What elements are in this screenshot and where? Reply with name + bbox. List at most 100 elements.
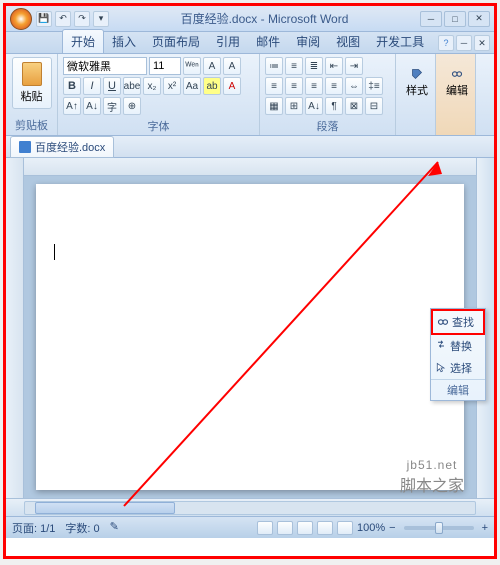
qat-dropdown-icon[interactable]: ▾ (93, 11, 109, 27)
document-tab-label: 百度经验.docx (35, 139, 105, 155)
highlight-button[interactable]: ab (203, 77, 221, 95)
bullet-list-button[interactable]: ≔ (265, 57, 283, 75)
help-icon[interactable]: ? (438, 35, 454, 51)
maximize-button[interactable]: □ (444, 11, 466, 27)
editing-dropdown-label: 编辑 (431, 379, 485, 400)
tab-references[interactable]: 引用 (208, 30, 248, 53)
find-icon (437, 316, 449, 328)
minimize-ribbon-icon[interactable]: ─ (456, 35, 472, 51)
draft-view[interactable] (337, 521, 353, 535)
font-group-label: 字体 (63, 117, 254, 135)
find-menu-item[interactable]: 查找 (431, 309, 485, 335)
change-case-button[interactable]: Aa (183, 77, 201, 95)
save-icon[interactable]: 💾 (36, 11, 52, 27)
tab-layout[interactable]: 页面布局 (144, 30, 208, 53)
scroll-thumb[interactable] (35, 502, 175, 514)
print-layout-view[interactable] (257, 521, 273, 535)
enclose-char-button[interactable]: ⊕ (123, 97, 141, 115)
ribbon-tabs: 开始 插入 页面布局 引用 邮件 审阅 视图 开发工具 ? ─ ✕ (6, 32, 494, 54)
fullscreen-view[interactable] (277, 521, 293, 535)
superscript-button[interactable]: x² (163, 77, 181, 95)
number-list-button[interactable]: ≡ (285, 57, 303, 75)
redo-icon[interactable]: ↷ (74, 11, 90, 27)
zoom-slider[interactable] (404, 526, 474, 530)
tab-mailings[interactable]: 邮件 (248, 30, 288, 53)
zoom-level[interactable]: 100% (357, 522, 385, 534)
char-border-icon[interactable]: A (203, 57, 221, 75)
web-layout-view[interactable] (297, 521, 313, 535)
paragraph-group-label: 段落 (265, 117, 390, 135)
page-number-status[interactable]: 页面: 1/1 (12, 520, 55, 536)
tab-review[interactable]: 审阅 (288, 30, 328, 53)
asian-layout-button[interactable]: ⊠ (345, 97, 363, 115)
document-page[interactable] (36, 184, 464, 490)
underline-button[interactable]: U (103, 77, 121, 95)
tab-view[interactable]: 视图 (328, 30, 368, 53)
paragraph-group: ≔ ≡ ≣ ⇤ ⇥ ≡ ≡ ≡ ≡ ⇔ ‡≡ ▦ ⊞ A↓ (260, 54, 396, 135)
justify-button[interactable]: ≡ (325, 77, 343, 95)
tab-developer[interactable]: 开发工具 (368, 30, 432, 53)
multilevel-list-button[interactable]: ≣ (305, 57, 323, 75)
clipboard-group: 粘贴 剪贴板 (6, 54, 58, 135)
borders-button[interactable]: ⊞ (285, 97, 303, 115)
styles-group: 样式 (396, 54, 436, 135)
select-menu-item[interactable]: 选择 (431, 357, 485, 379)
page-container (24, 176, 476, 498)
replace-icon (435, 340, 447, 352)
font-group: 微软雅黑 11 ᵂᵉⁿ A A B I U abe x₂ x² Aa ab A (58, 54, 260, 135)
clear-formatting-icon[interactable]: ᵂᵉⁿ (183, 57, 201, 75)
word-count-status[interactable]: 字数: 0 (65, 520, 99, 536)
paste-button[interactable]: 粘贴 (12, 57, 52, 109)
quick-access-toolbar: 💾 ↶ ↷ ▾ (36, 11, 109, 27)
minimize-button[interactable]: ─ (420, 11, 442, 27)
tab-home[interactable]: 开始 (62, 29, 104, 53)
shading-button[interactable]: ▦ (265, 97, 283, 115)
document-tab[interactable]: 百度经验.docx (10, 136, 114, 158)
scroll-track[interactable] (24, 501, 476, 515)
zoom-in-button[interactable]: + (482, 522, 488, 534)
italic-button[interactable]: I (83, 77, 101, 95)
shrink-font-button[interactable]: A↓ (83, 97, 101, 115)
editing-dropdown: 查找 替换 选择 编辑 (430, 308, 486, 401)
editing-button[interactable]: 编辑 (441, 57, 473, 109)
zoom-out-button[interactable]: − (389, 522, 395, 534)
zoom-slider-thumb[interactable] (435, 522, 443, 534)
font-name-combo[interactable]: 微软雅黑 (63, 57, 147, 75)
strikethrough-button[interactable]: abe (123, 77, 141, 95)
grow-font-button[interactable]: A↑ (63, 97, 81, 115)
document-tab-bar: 百度经验.docx (6, 136, 494, 158)
proofing-icon[interactable]: ✎ (110, 520, 119, 536)
horizontal-scrollbar[interactable] (6, 498, 494, 516)
line-spacing-button[interactable]: ‡≡ (365, 77, 383, 95)
close-button[interactable]: ✕ (468, 11, 490, 27)
replace-label: 替换 (450, 338, 472, 354)
outline-view[interactable] (317, 521, 333, 535)
close-doc-icon[interactable]: ✕ (474, 35, 490, 51)
bold-button[interactable]: B (63, 77, 81, 95)
distributed-button[interactable]: ⇔ (345, 77, 363, 95)
decrease-indent-button[interactable]: ⇤ (325, 57, 343, 75)
align-center-button[interactable]: ≡ (285, 77, 303, 95)
workspace: 查找 替换 选择 编辑 (6, 158, 494, 498)
editing-group: 编辑 (436, 54, 476, 135)
align-left-button[interactable]: ≡ (265, 77, 283, 95)
sort-button[interactable]: A↓ (305, 97, 323, 115)
office-button[interactable] (10, 8, 32, 30)
subscript-button[interactable]: x₂ (143, 77, 161, 95)
ribbon: 粘贴 剪贴板 微软雅黑 11 ᵂᵉⁿ A A B I U abe x₂ (6, 54, 494, 136)
char-shading-button[interactable]: 字 (103, 97, 121, 115)
align-right-button[interactable]: ≡ (305, 77, 323, 95)
replace-menu-item[interactable]: 替换 (431, 335, 485, 357)
tabs-button[interactable]: ⊟ (365, 97, 383, 115)
vertical-ruler[interactable] (6, 158, 24, 498)
horizontal-ruler[interactable] (24, 158, 476, 176)
phonetic-guide-icon[interactable]: A (223, 57, 241, 75)
tab-insert[interactable]: 插入 (104, 30, 144, 53)
show-marks-button[interactable]: ¶ (325, 97, 343, 115)
font-size-combo[interactable]: 11 (149, 57, 181, 75)
undo-icon[interactable]: ↶ (55, 11, 71, 27)
styles-button[interactable]: 样式 (401, 57, 433, 109)
font-color-button[interactable]: A (223, 77, 241, 95)
text-cursor (54, 244, 55, 260)
increase-indent-button[interactable]: ⇥ (345, 57, 363, 75)
